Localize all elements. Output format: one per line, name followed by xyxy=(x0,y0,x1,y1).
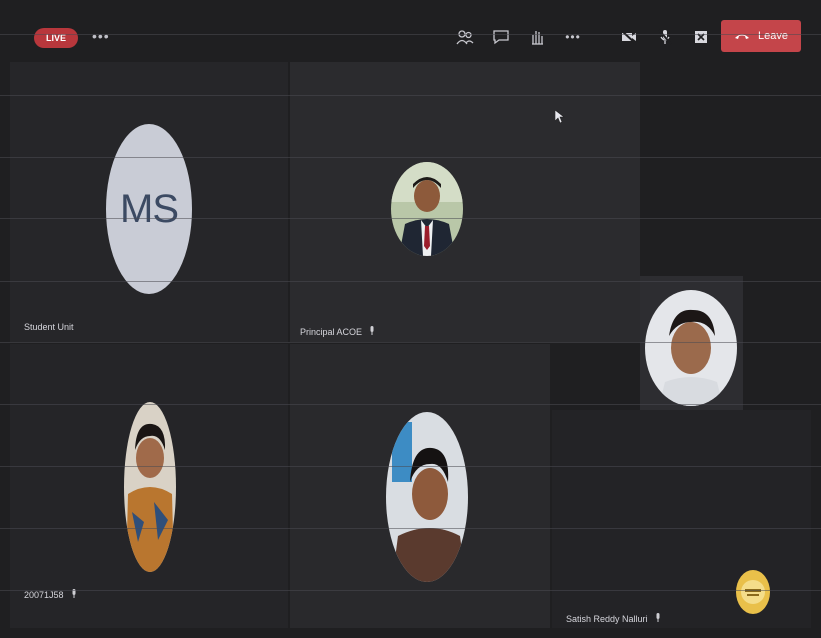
raise-hand-button[interactable] xyxy=(522,22,552,52)
camera-toggle-button[interactable] xyxy=(614,22,644,52)
avatar-satish xyxy=(736,570,770,614)
more-horizontal-icon: ••• xyxy=(565,30,581,44)
more-options-left[interactable]: ••• xyxy=(92,28,110,44)
mic-toggle-button[interactable] xyxy=(650,22,680,52)
participant-name-satish: Satish Reddy Nalluri xyxy=(566,613,662,624)
mouse-cursor-icon xyxy=(555,110,565,124)
mic-icon xyxy=(656,613,660,622)
participant-name-ms: Student Unit xyxy=(24,322,74,332)
camera-off-icon xyxy=(621,30,637,45)
mic-off-icon xyxy=(658,29,672,45)
avatar-student-2 xyxy=(386,412,468,582)
avatar-student-1 xyxy=(124,402,176,572)
hand-icon xyxy=(532,31,543,45)
people-icon xyxy=(456,30,474,45)
chat-button[interactable] xyxy=(486,22,516,52)
meeting-control-bar: LIVE ••• ••• Leave xyxy=(10,18,811,62)
more-options-button[interactable]: ••• xyxy=(558,22,588,52)
participants-button[interactable] xyxy=(450,22,480,52)
participant-tile-principal[interactable] xyxy=(290,62,640,342)
share-button[interactable] xyxy=(686,22,716,52)
mic-icon xyxy=(370,326,374,335)
share-screen-icon xyxy=(695,31,707,43)
avatar-principal xyxy=(391,162,463,256)
chat-icon xyxy=(493,30,509,45)
avatar-participant-right xyxy=(645,290,737,406)
participant-name-principal: Principal ACOE xyxy=(300,326,376,337)
leave-label: Leave xyxy=(758,30,788,42)
leave-button[interactable]: Leave xyxy=(721,20,801,52)
avatar-initials-ms: MS xyxy=(106,124,192,294)
participant-tile-satish[interactable] xyxy=(552,410,811,628)
live-badge: LIVE xyxy=(34,28,78,48)
